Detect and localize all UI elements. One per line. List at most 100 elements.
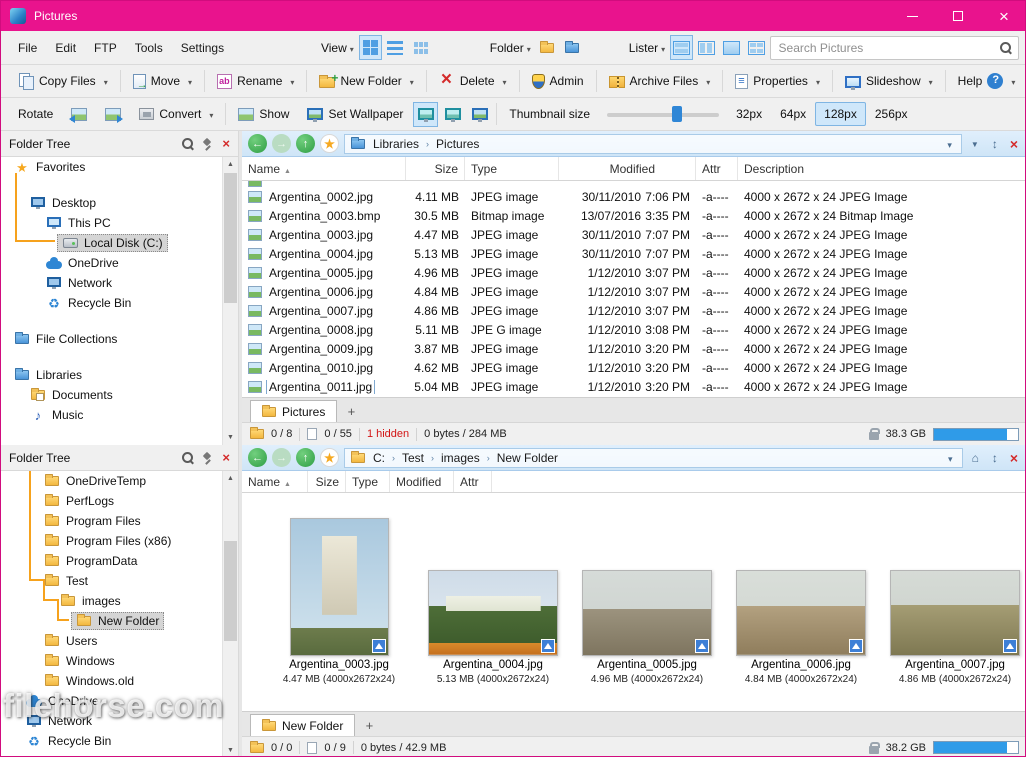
new-tab-button[interactable] bbox=[360, 716, 378, 734]
menu-file[interactable]: File bbox=[9, 36, 46, 60]
tree-item-network[interactable]: Network bbox=[1, 711, 238, 731]
close-button[interactable] bbox=[981, 1, 1026, 31]
thumbnail-item[interactable]: Argentina_0003.jpg 4.47 MB (4000x2672x24… bbox=[266, 518, 412, 685]
file-row[interactable]: Argentina_0007.jpg 4.86 MB JPEG image 1/… bbox=[242, 301, 1026, 320]
up-button[interactable] bbox=[296, 448, 315, 467]
lister-dual-horizontal-button[interactable] bbox=[670, 35, 693, 60]
file-row[interactable]: Argentina_0010.jpg 4.62 MB JPEG image 1/… bbox=[242, 358, 1026, 377]
size-128px-button[interactable]: 128px bbox=[815, 102, 866, 126]
column-attr[interactable]: Attr bbox=[454, 471, 492, 492]
breadcrumb-images[interactable]: images bbox=[436, 450, 485, 466]
rotate-button[interactable]: Rotate bbox=[9, 103, 62, 125]
set-wallpaper-button[interactable]: Set Wallpaper bbox=[298, 103, 412, 125]
properties-button[interactable]: Properties bbox=[726, 70, 829, 93]
column-modified[interactable]: Modified bbox=[390, 471, 454, 492]
tree-item-this-pc[interactable]: This PC bbox=[1, 213, 238, 233]
move-button[interactable]: Move bbox=[124, 70, 201, 93]
lister-menu[interactable]: Lister bbox=[620, 36, 669, 60]
favorites-button[interactable] bbox=[320, 134, 339, 153]
home-icon[interactable] bbox=[968, 451, 983, 465]
tree-scrollbar[interactable] bbox=[222, 471, 238, 757]
menu-settings[interactable]: Settings bbox=[172, 36, 233, 60]
breadcrumb[interactable]: C: Test images New Folder bbox=[344, 448, 963, 468]
tree-item-program-files-x86[interactable]: Program Files (x86) bbox=[1, 531, 238, 551]
tree-close-icon[interactable] bbox=[222, 137, 230, 150]
search-input[interactable] bbox=[770, 36, 1019, 60]
scrollbar-thumb[interactable] bbox=[224, 173, 237, 303]
column-name[interactable]: Name bbox=[242, 471, 308, 492]
tree-item-recycle-bin[interactable]: Recycle Bin bbox=[1, 731, 238, 751]
rotate-left-button[interactable] bbox=[62, 104, 96, 125]
breadcrumb-c-drive[interactable]: C: bbox=[368, 450, 390, 466]
tree-item-libraries[interactable]: Libraries bbox=[1, 365, 238, 385]
column-type[interactable]: Type bbox=[346, 471, 390, 492]
tree-item-documents[interactable]: Documents bbox=[1, 385, 238, 405]
column-modified[interactable]: Modified bbox=[559, 157, 696, 180]
rename-button[interactable]: Rename bbox=[208, 70, 303, 93]
tree-item-onedrive[interactable]: OneDrive bbox=[1, 253, 238, 273]
view-menu[interactable]: View bbox=[312, 36, 358, 60]
back-button[interactable] bbox=[248, 134, 267, 153]
rotate-right-button[interactable] bbox=[96, 104, 130, 125]
tree-item-network[interactable]: Network bbox=[1, 273, 238, 293]
thumbnail-item[interactable]: Argentina_0006.jpg 4.84 MB (4000x2672x24… bbox=[728, 570, 874, 685]
tree-item-desktop[interactable]: Desktop bbox=[1, 193, 238, 213]
folder-new-tab-button[interactable] bbox=[536, 35, 559, 60]
size-64px-button[interactable]: 64px bbox=[771, 102, 815, 126]
file-row[interactable]: Argentina_0004.jpg 5.13 MB JPEG image 30… bbox=[242, 244, 1026, 263]
file-row[interactable]: Argentina_0002.jpg 4.11 MB JPEG image 30… bbox=[242, 187, 1026, 206]
swap-panes-icon[interactable] bbox=[988, 451, 1002, 465]
help-button[interactable]: Help bbox=[949, 69, 1025, 93]
tree-item-windows[interactable]: Windows bbox=[1, 651, 238, 671]
tree-item-users[interactable]: Users bbox=[1, 631, 238, 651]
thumbnail-item[interactable]: Argentina_0005.jpg 4.96 MB (4000x2672x24… bbox=[574, 570, 720, 685]
display-mode-1-button[interactable] bbox=[413, 102, 438, 127]
new-folder-button[interactable]: New Folder bbox=[310, 70, 422, 92]
file-row[interactable]: Argentina_0009.jpg 3.87 MB JPEG image 1/… bbox=[242, 339, 1026, 358]
file-row[interactable]: Argentina_0003.bmp 30.5 MB Bitmap image … bbox=[242, 206, 1026, 225]
lister-single-button[interactable] bbox=[720, 35, 743, 60]
file-row[interactable]: Argentina_0006.jpg 4.84 MB JPEG image 1/… bbox=[242, 282, 1026, 301]
slideshow-button[interactable]: Slideshow bbox=[836, 70, 942, 92]
forward-button[interactable] bbox=[272, 448, 291, 467]
breadcrumb-pictures[interactable]: Pictures bbox=[431, 136, 484, 152]
path-dropdown-icon[interactable] bbox=[944, 451, 957, 465]
tab-new-folder[interactable]: New Folder bbox=[250, 714, 355, 736]
minimize-button[interactable] bbox=[889, 1, 935, 31]
breadcrumb[interactable]: Libraries Pictures bbox=[344, 134, 962, 154]
path-dropdown-icon[interactable] bbox=[943, 137, 956, 151]
breadcrumb-new-folder[interactable]: New Folder bbox=[492, 450, 563, 466]
lister-quad-button[interactable] bbox=[745, 35, 768, 60]
column-description[interactable]: Description bbox=[738, 157, 1026, 180]
breadcrumb-test[interactable]: Test bbox=[397, 450, 429, 466]
tree-item-recycle-bin[interactable]: Recycle Bin bbox=[1, 293, 238, 313]
close-pane-icon[interactable] bbox=[1007, 136, 1021, 152]
back-button[interactable] bbox=[248, 448, 267, 467]
menu-ftp[interactable]: FTP bbox=[85, 36, 126, 60]
tab-pictures[interactable]: Pictures bbox=[250, 400, 337, 422]
thumbnail-item[interactable]: Argentina_0004.jpg 5.13 MB (4000x2672x24… bbox=[420, 570, 566, 685]
column-type[interactable]: Type bbox=[465, 157, 559, 180]
tree-pin-icon[interactable] bbox=[202, 452, 214, 464]
display-mode-3-button[interactable] bbox=[467, 102, 492, 127]
tree-item-programdata[interactable]: ProgramData bbox=[1, 551, 238, 571]
tree-search-icon[interactable] bbox=[182, 138, 194, 150]
tree-item-onedrivetemp[interactable]: OneDriveTemp bbox=[1, 471, 238, 491]
display-mode-2-button[interactable] bbox=[440, 102, 465, 127]
tree-item-favorites[interactable]: Favorites bbox=[1, 157, 238, 177]
tree-item-program-files[interactable]: Program Files bbox=[1, 511, 238, 531]
tree-item-music[interactable]: Music bbox=[1, 405, 238, 425]
tree-item-file-collections[interactable]: File Collections bbox=[1, 329, 238, 349]
menu-tools[interactable]: Tools bbox=[126, 36, 172, 60]
scroll-down-icon[interactable] bbox=[223, 743, 238, 757]
tree-item-onedrive[interactable]: OneDrive bbox=[1, 691, 238, 711]
column-size[interactable]: Size bbox=[308, 471, 346, 492]
search-icon[interactable] bbox=[1000, 42, 1012, 54]
favorites-button[interactable] bbox=[320, 448, 339, 467]
copy-files-button[interactable]: Copy Files bbox=[9, 69, 117, 93]
slider-track[interactable] bbox=[607, 113, 719, 117]
convert-button[interactable]: Convert bbox=[130, 103, 222, 125]
admin-button[interactable]: Admin bbox=[523, 70, 593, 93]
delete-button[interactable]: Delete bbox=[430, 69, 516, 93]
file-row[interactable]: Argentina_0003.jpg 4.47 MB JPEG image 30… bbox=[242, 225, 1026, 244]
